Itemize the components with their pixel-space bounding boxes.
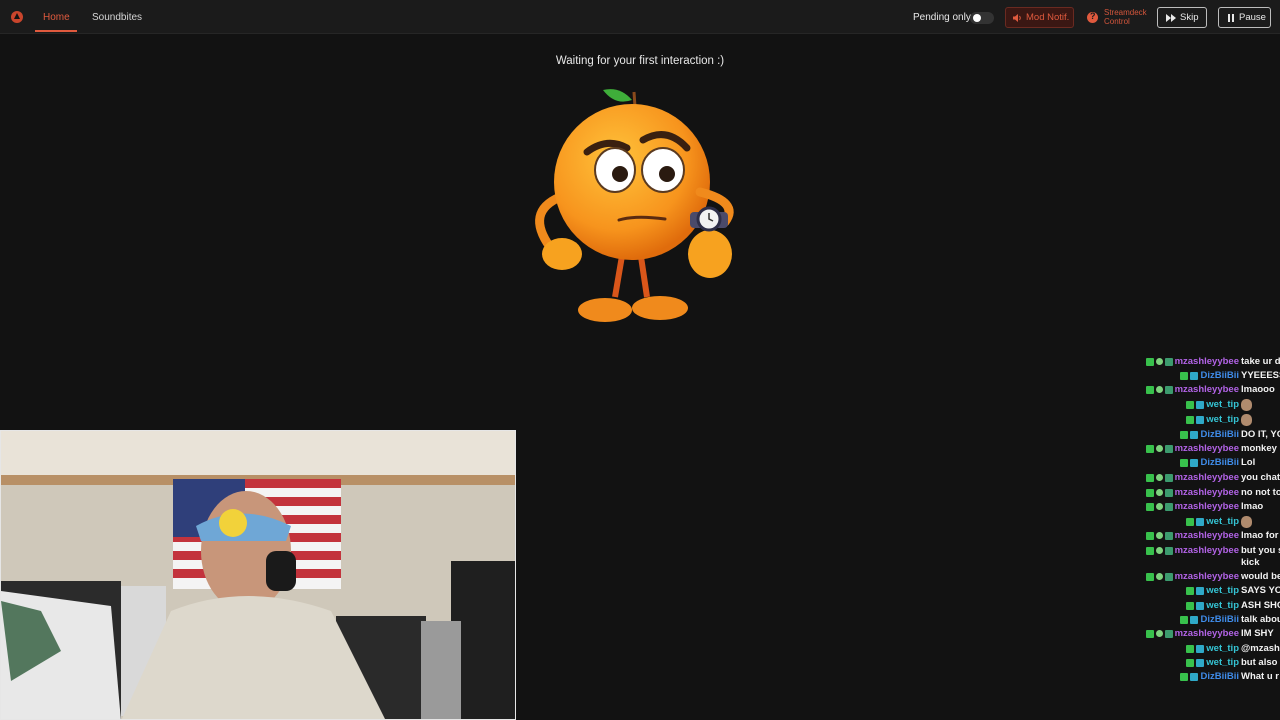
emote-icon: [1241, 516, 1252, 528]
tab-soundbites[interactable]: Soundbites: [92, 0, 142, 34]
chat-text: [1241, 399, 1280, 412]
chat-username[interactable]: wet_tip: [1206, 414, 1239, 425]
chat-username[interactable]: DizBiiBii: [1200, 671, 1239, 682]
mod-notif-button[interactable]: Mod Notif.: [1005, 7, 1074, 28]
chat-text: ASH SHO: [1241, 600, 1280, 611]
chat-message: DizBiiBii Lol: [1130, 457, 1280, 471]
chat-message: wet_tip: [1130, 516, 1280, 530]
chat-message: mzashleyybee you chat: [1130, 472, 1280, 486]
chat-message: DizBiiBii DO IT, YO: [1130, 429, 1280, 443]
skip-button[interactable]: Skip: [1157, 7, 1207, 28]
streamdeck-control-link[interactable]: Streamdeck Control: [1104, 8, 1154, 26]
skip-icon: [1166, 14, 1176, 22]
pause-button[interactable]: Pause: [1218, 7, 1271, 28]
chat-text: monkey: [1241, 443, 1277, 454]
chat-username[interactable]: mzashleyybee: [1175, 571, 1239, 582]
toggle-knob: [973, 14, 981, 22]
chat-text: kick: [1241, 557, 1260, 568]
chat-text: Lol: [1241, 457, 1256, 468]
chat-text: but also: [1241, 657, 1278, 668]
chat-username[interactable]: mzashleyybee: [1175, 356, 1239, 367]
pause-icon: [1228, 14, 1234, 22]
chat-message: wet_tip SAYS YO: [1130, 585, 1280, 599]
speaker-icon: [1013, 14, 1021, 22]
chat-message: wet_tip: [1130, 414, 1280, 428]
top-bar: Home Soundbites Pending only Mod Notif. …: [0, 0, 1280, 34]
pause-label: Pause: [1239, 12, 1266, 23]
chat-text: lmao for: [1241, 530, 1279, 541]
chat-message: mzashleyybee IM SHY: [1130, 628, 1280, 642]
emote-icon: [1241, 414, 1252, 426]
chat-message: wet_tip: [1130, 399, 1280, 413]
chat-text: [1241, 414, 1280, 427]
chat-username[interactable]: mzashleyybee: [1175, 384, 1239, 395]
chat-message: DizBiiBii What u r: [1130, 671, 1280, 685]
chat-message-continuation: kick: [1130, 557, 1280, 571]
chat-message: mzashleyybee lmao for: [1130, 530, 1280, 544]
chat-username[interactable]: wet_tip: [1206, 657, 1239, 668]
chat-username[interactable]: mzashleyybee: [1175, 530, 1239, 541]
chat-message: mzashleyybee take ur d: [1130, 356, 1280, 370]
chat-text: but you s: [1241, 545, 1280, 556]
chat-username[interactable]: DizBiiBii: [1200, 457, 1239, 468]
chat-message: wet_tip @mzash: [1130, 643, 1280, 657]
pending-only-toggle[interactable]: [970, 12, 994, 24]
chat-message: mzashleyybee lmaooo: [1130, 384, 1280, 398]
skip-label: Skip: [1180, 12, 1199, 23]
chat-text: lmao: [1241, 501, 1264, 512]
chat-text: @mzash: [1241, 643, 1280, 654]
chat-message: wet_tip ASH SHO: [1130, 600, 1280, 614]
chat-username[interactable]: mzashleyybee: [1175, 443, 1239, 454]
chat-text: YYEEESS: [1241, 370, 1280, 381]
status-message: Waiting for your first interaction :): [555, 55, 725, 67]
webcam-feed: [0, 430, 516, 720]
chat-username[interactable]: mzashleyybee: [1175, 628, 1239, 639]
chat-username[interactable]: DizBiiBii: [1200, 614, 1239, 625]
chat-message: mzashleyybee no not to: [1130, 487, 1280, 501]
tab-active-indicator: [35, 30, 77, 32]
chat-username[interactable]: mzashleyybee: [1175, 487, 1239, 498]
chat-username[interactable]: wet_tip: [1206, 643, 1239, 654]
chat-text: no not to: [1241, 487, 1280, 498]
chat-message: mzashleyybee lmao: [1130, 501, 1280, 515]
chat-username[interactable]: wet_tip: [1206, 600, 1239, 611]
chat-text: take ur d: [1241, 356, 1280, 367]
chat-username[interactable]: mzashleyybee: [1175, 472, 1239, 483]
chat-text: [1241, 516, 1280, 529]
tab-home[interactable]: Home: [43, 0, 70, 34]
chat-text: talk abou: [1241, 614, 1280, 625]
pending-only-label: Pending only: [913, 12, 971, 23]
orange-mascot-illustration: [535, 89, 734, 322]
chat-message: mzashleyybee monkey: [1130, 443, 1280, 457]
chat-text: you chat: [1241, 472, 1280, 483]
chat-message: wet_tip but also: [1130, 657, 1280, 671]
chat-text: What u r: [1241, 671, 1279, 682]
chat-username[interactable]: DizBiiBii: [1200, 370, 1239, 381]
chat-username[interactable]: wet_tip: [1206, 399, 1239, 410]
chat-message: DizBiiBii YYEEESS: [1130, 370, 1280, 384]
chat-text: lmaooo: [1241, 384, 1275, 395]
streamdeck-icon: [1087, 11, 1098, 23]
chat-message: DizBiiBii talk abou: [1130, 614, 1280, 628]
chat-username[interactable]: mzashleyybee: [1175, 501, 1239, 512]
mod-notif-label: Mod Notif.: [1026, 12, 1070, 23]
chat-username[interactable]: wet_tip: [1206, 516, 1239, 527]
chat-text: would be: [1241, 571, 1280, 582]
chat-text: IM SHY: [1241, 628, 1274, 639]
chat-message: mzashleyybee would be: [1130, 571, 1280, 585]
app-logo-icon[interactable]: [10, 10, 24, 24]
chat-text: SAYS YO: [1241, 585, 1280, 596]
emote-icon: [1241, 399, 1252, 411]
chat-username[interactable]: wet_tip: [1206, 585, 1239, 596]
chat-text: DO IT, YO: [1241, 429, 1280, 440]
chat-username[interactable]: mzashleyybee: [1175, 545, 1239, 556]
chat-username[interactable]: DizBiiBii: [1200, 429, 1239, 440]
webcam-scene: [1, 431, 515, 719]
